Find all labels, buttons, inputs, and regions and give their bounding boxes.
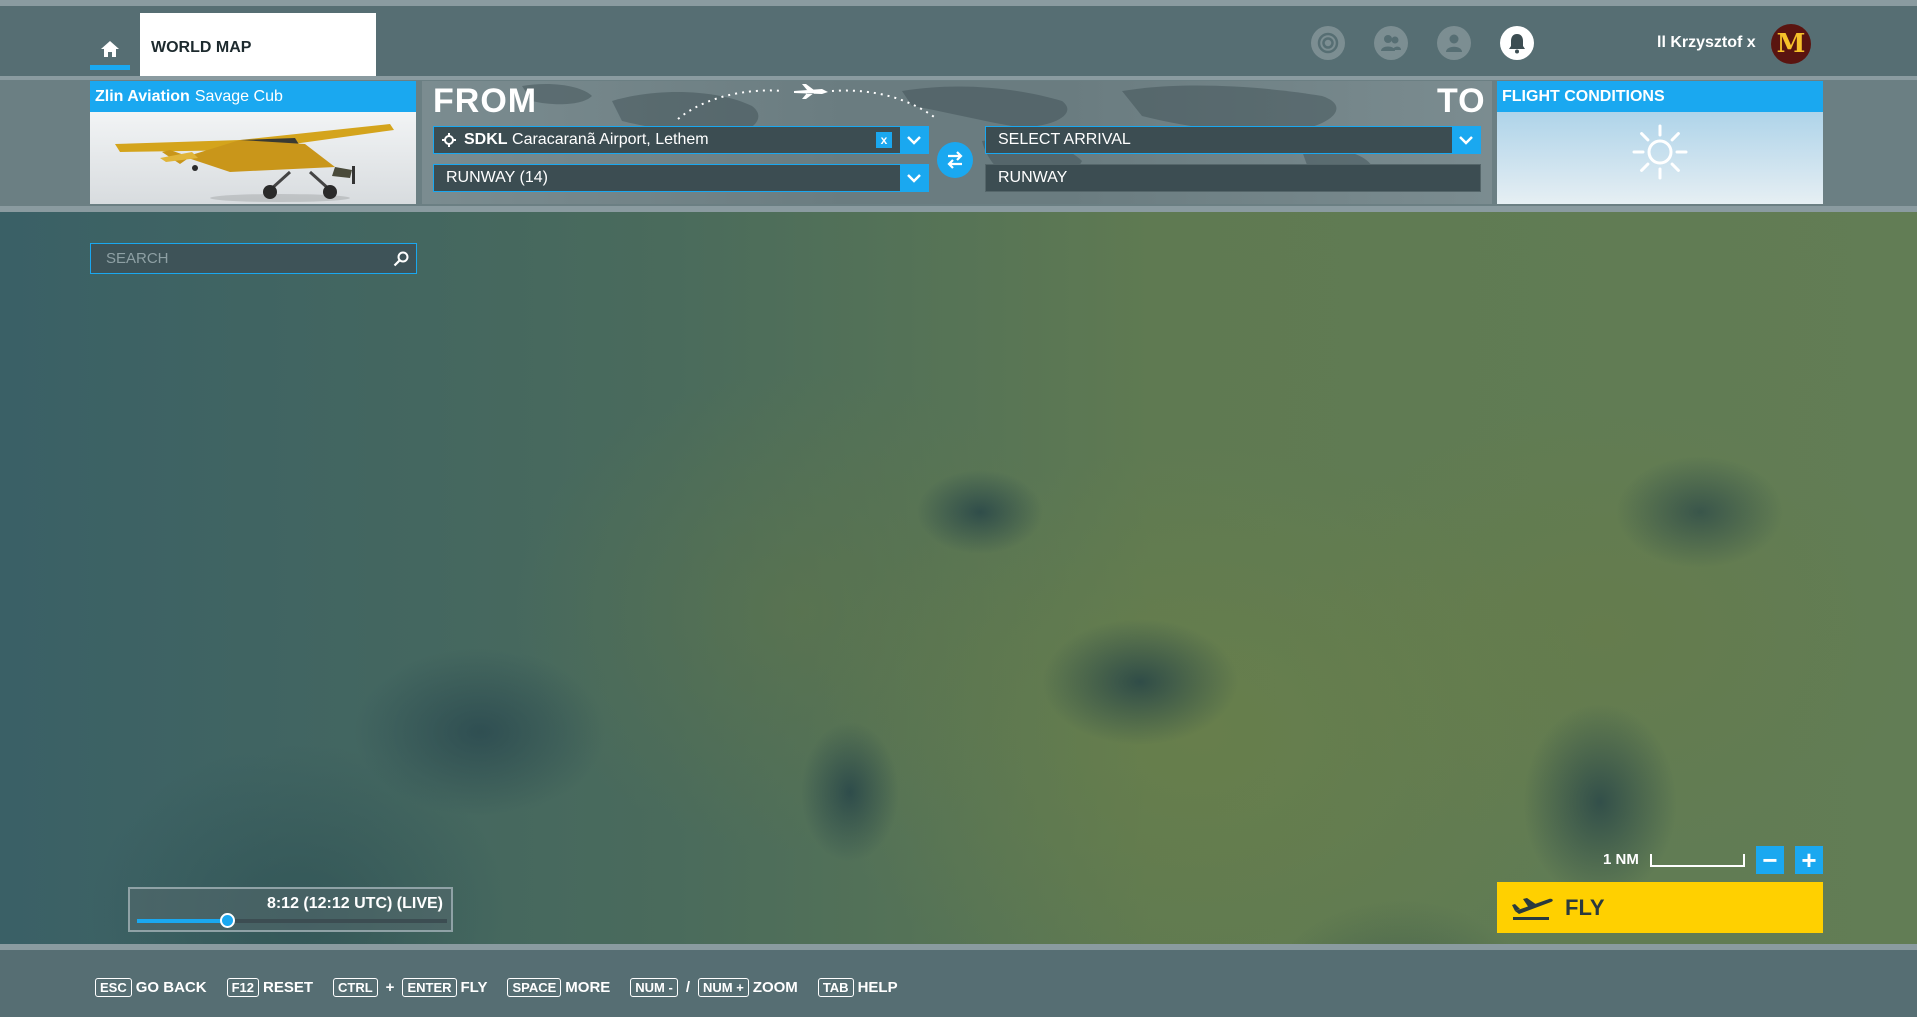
username[interactable]: ll Krzysztof x (1657, 34, 1756, 52)
home-button[interactable] (90, 36, 130, 70)
top-bar: WORLD MAP ll Krzysztof x M (0, 0, 1917, 76)
profile-button[interactable] (1437, 26, 1471, 60)
map-scale-label: 1 NM (1603, 851, 1639, 868)
bottom-hotkey-bar: ESC GO BACK F12 RESET CTRL + ENTER FLY S… (0, 944, 1917, 1017)
time-slider-track[interactable] (137, 913, 447, 928)
hotkey-go-back-label: GO BACK (135, 979, 207, 996)
departure-runway-dropdown-button[interactable] (900, 164, 928, 192)
clear-departure-button[interactable]: x (876, 132, 892, 148)
from-label: FROM (433, 82, 538, 120)
sun-icon (1632, 124, 1688, 180)
swap-arrows-icon (947, 151, 963, 169)
chevron-down-icon (1459, 135, 1473, 145)
departure-runway-field[interactable]: RUNWAY (14) (433, 164, 929, 192)
takeoff-icon (1512, 897, 1553, 920)
search-input[interactable] (91, 244, 386, 273)
hotkey-list: ESC GO BACK F12 RESET CTRL + ENTER FLY S… (95, 978, 918, 997)
aircraft-model: Savage Cub (194, 87, 283, 105)
key-f12: F12 (226, 978, 259, 997)
map-scale-bar (1650, 854, 1745, 867)
aircraft-selection-card[interactable]: Zlin Aviation Savage Cub (90, 81, 416, 204)
aircraft-image (90, 112, 416, 204)
map-search-box (90, 243, 417, 274)
clear-icon: x (880, 133, 888, 147)
notifications-icon (1509, 34, 1525, 54)
hotkey-more[interactable]: SPACE MORE (507, 978, 610, 997)
arrival-runway-field[interactable]: RUNWAY (985, 164, 1481, 192)
zoom-in-button[interactable]: + (1795, 844, 1823, 875)
airplane-illustration-icon (115, 124, 394, 202)
departure-airport-text: SDKL Caracaranã Airport, Lethem (456, 131, 876, 149)
fly-label: FLY (1565, 894, 1605, 920)
chevron-down-icon (907, 135, 921, 145)
key-esc: ESC (95, 978, 132, 997)
plus-icon: + (1801, 844, 1817, 875)
friends-button[interactable] (1374, 26, 1408, 60)
key-space: SPACE (507, 978, 562, 997)
arrival-runway-text: RUNWAY (998, 169, 1068, 186)
aircraft-brand: Zlin Aviation (95, 87, 190, 105)
hotkey-help[interactable]: TAB HELP (817, 978, 898, 997)
minus-icon: − (1762, 844, 1778, 875)
key-ctrl: CTRL (333, 978, 378, 997)
world-map-screen: WORLD MAP ll Krzysztof x M Zlin Aviation… (0, 0, 1917, 1017)
hotkey-fly[interactable]: CTRL + ENTER FLY (333, 978, 487, 997)
hotkey-reset[interactable]: F12 RESET (226, 978, 313, 997)
key-tab: TAB (817, 978, 854, 997)
mcdonalds-logo-icon[interactable]: M (1771, 24, 1811, 64)
arrival-airport-text: SELECT ARRIVAL (998, 131, 1131, 148)
aircraft-title: Zlin Aviation Savage Cub (90, 81, 416, 112)
chevron-down-icon (907, 173, 921, 183)
key-enter: ENTER (402, 978, 457, 997)
notifications-button[interactable] (1500, 26, 1534, 60)
departure-dropdown-button[interactable] (900, 126, 928, 154)
time-of-day-panel: 8:12 (12:12 UTC) (LIVE) (128, 887, 453, 932)
tab-world-map[interactable]: WORLD MAP (140, 13, 376, 76)
departure-runway-text: RUNWAY (14) (446, 169, 548, 186)
search-icon[interactable] (386, 251, 416, 267)
key-num-plus: NUM + (698, 978, 749, 997)
hotkey-reset-label: RESET (262, 979, 313, 996)
key-num-minus: NUM - (630, 978, 678, 997)
tab-world-map-label: WORLD MAP (151, 38, 252, 56)
hotkey-fly-label: FLY (460, 979, 488, 996)
activity-button[interactable] (1311, 26, 1345, 60)
hotkey-help-label: HELP (857, 979, 898, 996)
departure-code: SDKL (464, 131, 508, 148)
flight-path-arc-icon (677, 84, 938, 120)
location-target-icon (442, 133, 456, 147)
arrival-dropdown-button[interactable] (1452, 126, 1480, 154)
hotkey-go-back[interactable]: ESC GO BACK (95, 978, 207, 997)
swap-route-button[interactable] (937, 142, 973, 178)
fly-button[interactable]: FLY (1497, 882, 1823, 933)
time-slider-handle[interactable] (219, 913, 235, 928)
friends-icon (1381, 35, 1401, 51)
world-map-view[interactable] (0, 212, 1917, 944)
slash-separator: / (685, 979, 690, 996)
hotkey-zoom-label: ZOOM (752, 979, 798, 996)
flight-conditions-title: FLIGHT CONDITIONS (1497, 81, 1823, 112)
activity-icon (1317, 32, 1339, 54)
time-slider-fill (137, 919, 227, 923)
to-label: TO (1437, 82, 1486, 120)
hotkey-more-label: MORE (565, 979, 611, 996)
time-readout: 8:12 (12:12 UTC) (LIVE) (266, 895, 443, 912)
departure-name: Caracaranã Airport, Lethem (512, 131, 709, 148)
arrival-airport-field[interactable]: SELECT ARRIVAL (985, 126, 1481, 154)
zoom-out-button[interactable]: − (1756, 844, 1784, 875)
departure-airport-field[interactable]: SDKL Caracaranã Airport, Lethem x (433, 126, 929, 154)
home-icon (101, 41, 119, 57)
profile-icon (1446, 34, 1462, 52)
plus-separator: + (385, 979, 395, 996)
hotkey-zoom[interactable]: NUM - / NUM + ZOOM (630, 978, 798, 997)
